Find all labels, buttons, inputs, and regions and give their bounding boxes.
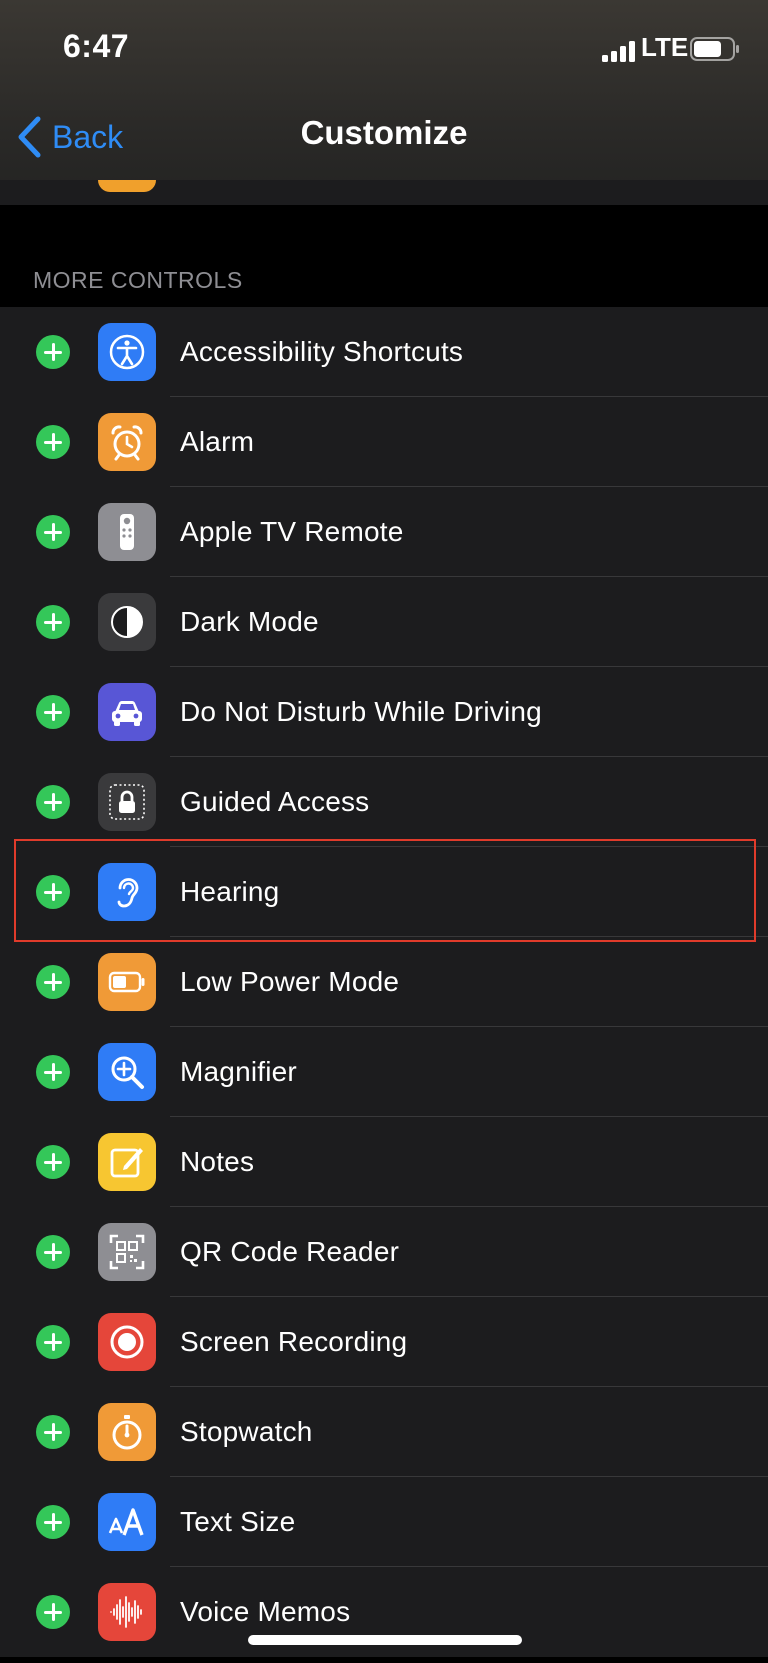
header: 6:47 LTE Back Customize [0, 0, 768, 205]
qr-code-icon [98, 1223, 156, 1281]
add-button[interactable] [36, 425, 70, 459]
control-label: Alarm [180, 426, 255, 457]
car-icon [98, 683, 156, 741]
ear-icon [98, 863, 156, 921]
control-label: QR Code Reader [180, 1236, 400, 1267]
add-button[interactable] [36, 1235, 70, 1269]
control-row-accessibility-shortcuts: Accessibility Shortcuts [0, 307, 768, 397]
control-row-notes: Notes [0, 1117, 768, 1207]
add-button[interactable] [36, 1145, 70, 1179]
control-row-do-not-disturb-driving: Do Not Disturb While Driving [0, 667, 768, 757]
control-label: Notes [180, 1146, 255, 1177]
control-row-low-power-mode: Low Power Mode [0, 937, 768, 1027]
control-row-qr-code-reader: QR Code Reader [0, 1207, 768, 1297]
stopwatch-icon [98, 1403, 156, 1461]
network-type: LTE [641, 32, 689, 62]
control-row-guided-access: Guided Access [0, 757, 768, 847]
control-row-screen-recording: Screen Recording [0, 1297, 768, 1387]
control-label: Stopwatch [180, 1416, 313, 1447]
status-bar: 6:47 LTE [0, 0, 768, 100]
add-button[interactable] [36, 1325, 70, 1359]
control-row-text-size: Text Size [0, 1477, 768, 1567]
more-controls-list: Accessibility Shortcuts Alarm Apple TV R… [0, 307, 768, 1657]
waveform-icon [98, 1583, 156, 1641]
control-row-alarm: Alarm [0, 397, 768, 487]
signal-icon [602, 41, 635, 62]
add-button[interactable] [36, 695, 70, 729]
control-label: Screen Recording [180, 1326, 408, 1357]
control-row-hearing: Hearing [0, 847, 768, 937]
control-label: Guided Access [180, 786, 370, 817]
control-label: Hearing [180, 876, 280, 907]
control-label: Magnifier [180, 1056, 297, 1087]
battery-icon [690, 37, 739, 61]
control-label: Low Power Mode [180, 966, 400, 997]
home-indicator [248, 1635, 522, 1645]
previous-row-partial [0, 180, 768, 206]
magnifier-icon [98, 1043, 156, 1101]
add-button[interactable] [36, 965, 70, 999]
add-button[interactable] [36, 515, 70, 549]
text-size-icon [98, 1493, 156, 1551]
control-label: Apple TV Remote [180, 516, 404, 547]
control-row-dark-mode: Dark Mode [0, 577, 768, 667]
control-label: Accessibility Shortcuts [180, 336, 464, 367]
section-label: MORE CONTROLS [33, 267, 243, 293]
record-icon [98, 1313, 156, 1371]
notes-icon [98, 1133, 156, 1191]
dark-mode-icon [98, 593, 156, 651]
add-button[interactable] [36, 605, 70, 639]
add-button[interactable] [36, 1415, 70, 1449]
lock-icon [98, 773, 156, 831]
page-title: Customize [300, 114, 468, 151]
status-time: 6:47 [63, 28, 130, 64]
control-label: Do Not Disturb While Driving [180, 696, 542, 727]
add-button[interactable] [36, 1505, 70, 1539]
tv-remote-icon [98, 503, 156, 561]
alarm-clock-icon [98, 413, 156, 471]
partial-app-icon [98, 180, 156, 192]
add-button[interactable] [36, 785, 70, 819]
nav-bar: Back Customize [0, 100, 768, 180]
control-label: Text Size [180, 1506, 296, 1537]
control-row-stopwatch: Stopwatch [0, 1387, 768, 1477]
accessibility-icon [98, 323, 156, 381]
battery-icon [98, 953, 156, 1011]
control-label: Dark Mode [180, 606, 319, 637]
control-row-magnifier: Magnifier [0, 1027, 768, 1117]
add-button[interactable] [36, 335, 70, 369]
add-button[interactable] [36, 875, 70, 909]
add-button[interactable] [36, 1055, 70, 1089]
control-row-apple-tv-remote: Apple TV Remote [0, 487, 768, 577]
section-header: MORE CONTROLS [0, 205, 768, 307]
add-button[interactable] [36, 1595, 70, 1629]
